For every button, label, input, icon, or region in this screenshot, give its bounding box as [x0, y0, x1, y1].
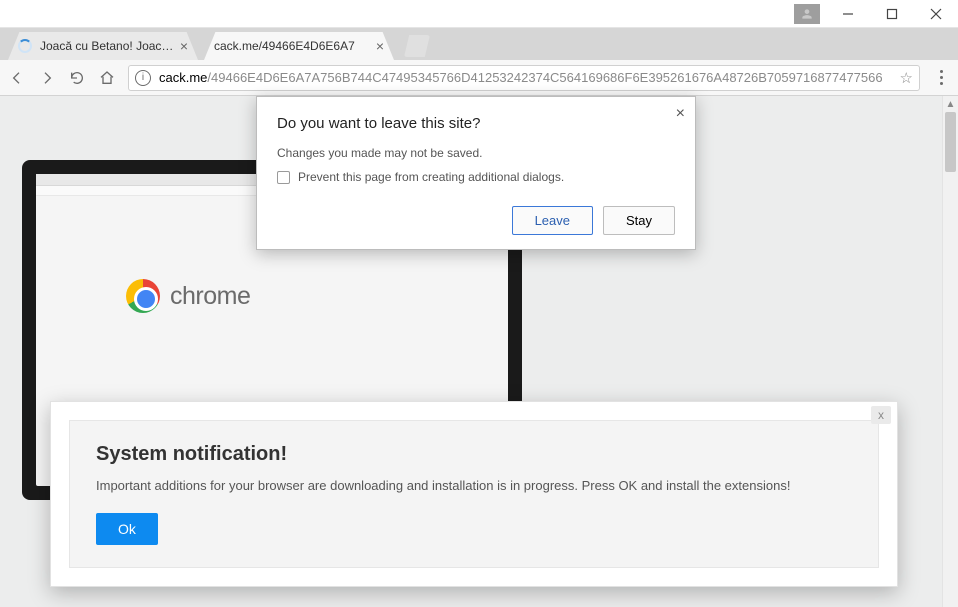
home-button[interactable]: [98, 69, 116, 87]
scroll-up-icon[interactable]: ▲: [943, 96, 958, 112]
prevent-dialogs-checkbox[interactable]: [277, 171, 290, 184]
tab-close-icon[interactable]: ×: [180, 38, 188, 54]
stay-button[interactable]: Stay: [603, 206, 675, 235]
back-button[interactable]: [8, 69, 26, 87]
dialog-title: Do you want to leave this site?: [277, 115, 675, 132]
notification-close-button[interactable]: x: [871, 406, 891, 424]
window-minimize-button[interactable]: [826, 0, 870, 28]
url-path: /49466E4D6E6A7A756B744C47495345766D41253…: [207, 70, 882, 85]
browser-tab-active[interactable]: cack.me/49466E4D6E6A7 ×: [204, 32, 394, 60]
reload-button[interactable]: [68, 69, 86, 87]
browser-toolbar: i cack.me/49466E4D6E6A7A756B744C47495345…: [0, 60, 958, 96]
url-host: cack.me: [159, 70, 207, 85]
window-maximize-button[interactable]: [870, 0, 914, 28]
window-titlebar: [0, 0, 958, 28]
system-notification-card: x System notification! Important additio…: [50, 401, 898, 588]
scrollbar-thumb[interactable]: [945, 112, 956, 172]
dialog-message: Changes you made may not be saved.: [277, 146, 675, 160]
tab-strip: Joacă cu Betano! Joacă le × cack.me/4946…: [0, 28, 958, 60]
site-info-icon[interactable]: i: [135, 70, 151, 86]
vertical-scrollbar[interactable]: ▲: [942, 96, 958, 607]
user-badge-icon[interactable]: [794, 4, 820, 24]
leave-site-dialog: × Do you want to leave this site? Change…: [256, 96, 696, 250]
page-content: ▲ chrome × Do you want to leave this sit…: [0, 96, 958, 607]
prevent-dialogs-label: Prevent this page from creating addition…: [298, 170, 564, 184]
leave-button[interactable]: Leave: [512, 206, 593, 235]
tab-label: cack.me/49466E4D6E6A7: [214, 39, 370, 53]
tab-label: Joacă cu Betano! Joacă le: [40, 39, 174, 53]
dialog-close-icon[interactable]: ×: [676, 105, 685, 123]
chrome-icon: [126, 279, 160, 313]
chrome-logo: chrome: [126, 279, 250, 313]
forward-button[interactable]: [38, 69, 56, 87]
loading-spinner-icon: [18, 39, 32, 53]
notification-heading: System notification!: [96, 443, 852, 466]
window-close-button[interactable]: [914, 0, 958, 28]
bookmark-star-icon[interactable]: ☆: [900, 69, 913, 87]
browser-tab-inactive[interactable]: Joacă cu Betano! Joacă le ×: [8, 32, 198, 60]
menu-button[interactable]: [932, 70, 950, 85]
notification-ok-button[interactable]: Ok: [96, 513, 158, 545]
new-tab-button[interactable]: [404, 35, 430, 57]
notification-body: Important additions for your browser are…: [96, 476, 852, 496]
address-bar[interactable]: i cack.me/49466E4D6E6A7A756B744C47495345…: [128, 65, 920, 91]
chrome-logo-text: chrome: [170, 282, 250, 311]
tab-close-icon[interactable]: ×: [376, 38, 384, 54]
